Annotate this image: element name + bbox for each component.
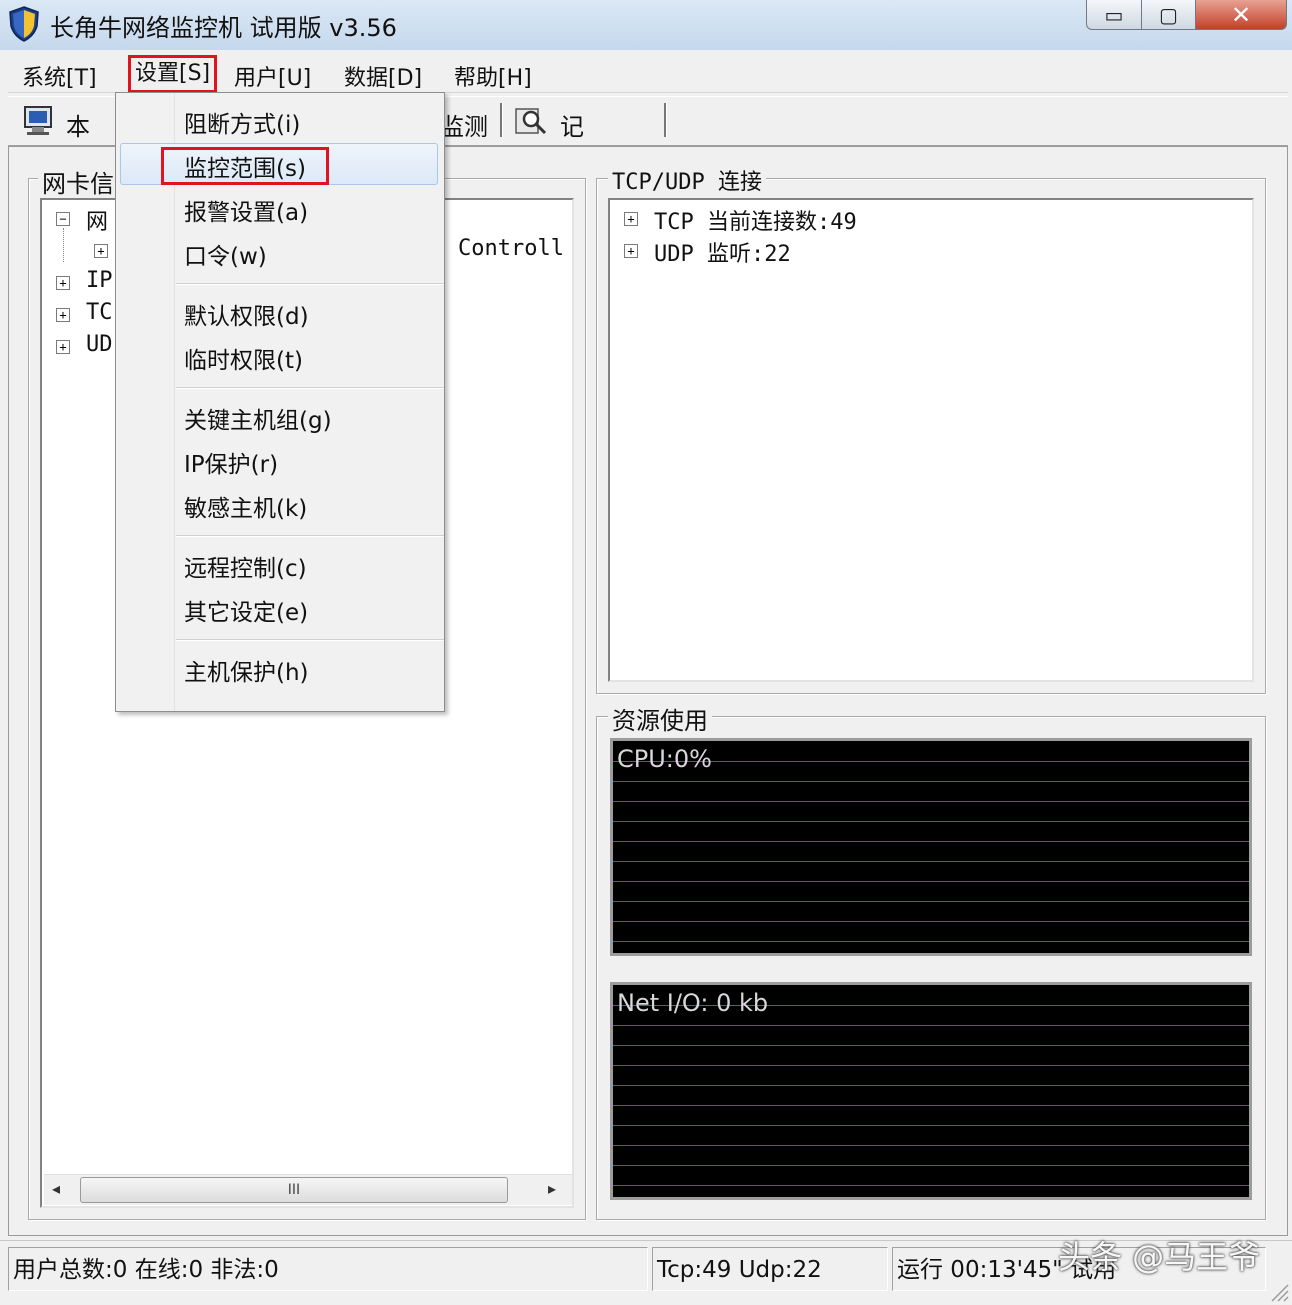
tcp-connections-node[interactable]: TCP 当前连接数:49 [654,204,857,236]
expand-icon[interactable]: + [56,308,70,322]
graph-gridline [613,1165,1249,1166]
resource-group-label: 资源使用 [608,701,712,736]
minimize-icon: ▭ [1104,2,1124,27]
window-title: 长角牛网络监控机 试用版 v3.56 [50,14,397,42]
graph-gridline [613,1185,1249,1186]
graph-gridline [613,781,1249,782]
expand-icon[interactable]: + [56,340,70,354]
net-io-graph: Net I/O: 0 kb [610,982,1252,1200]
menu-settings[interactable]: 设置[S] [128,55,218,93]
menu-data[interactable]: 数据[D] [344,60,422,92]
menu-item-sensitive-host[interactable]: 敏感主机(k) [184,489,307,523]
graph-gridline [613,941,1249,942]
expand-icon[interactable]: + [94,244,108,258]
shield-icon [9,6,39,42]
menu-user[interactable]: 用户[U] [234,60,311,92]
scroll-thumb[interactable]: III [80,1177,508,1203]
menu-gutter [116,93,175,711]
menu-separator [176,387,444,389]
graph-gridline [613,841,1249,842]
graph-gridline [613,881,1249,882]
tree-node-nic[interactable]: 网 [86,204,108,236]
close-button[interactable]: ✕ [1195,0,1287,30]
menu-separator [176,639,444,641]
status-connections: Tcp:49 Udp:22 [652,1247,888,1291]
settings-dropdown-menu: 阻断方式(i) 监控范围(s) 报警设置(a) 口令(w) 默认权限(d) 临时… [115,92,445,712]
menu-separator [176,283,444,285]
minimize-button[interactable]: ▭ [1086,0,1142,30]
expand-icon[interactable]: + [624,212,638,226]
menu-item-temp-permission[interactable]: 临时权限(t) [184,341,303,375]
menu-item-remote-control[interactable]: 远程控制(c) [184,549,307,583]
graph-gridline [613,1045,1249,1046]
close-icon: ✕ [1230,0,1252,29]
tree-node-controller[interactable]: Controll [458,236,564,261]
menu-separator [176,535,444,537]
scroll-left-icon[interactable]: ◂ [52,1179,60,1198]
tree-line [63,228,65,262]
graph-gridline [613,821,1249,822]
cpu-label: CPU:0% [617,745,712,773]
tree-node-udp[interactable]: UD [86,332,113,357]
graph-gridline [613,921,1249,922]
nic-info-group-label: 网卡信 [38,164,118,199]
menu-item-ip-protect[interactable]: IP保护(r) [184,445,278,479]
computer-icon [24,106,52,135]
title-bar[interactable]: 长角牛网络监控机 试用版 v3.56 ▭ ▢ ✕ [0,0,1292,50]
menu-item-default-permission[interactable]: 默认权限(d) [184,297,309,331]
menu-item-host-protect[interactable]: 主机保护(h) [184,653,309,687]
menu-item-alarm-settings[interactable]: 报警设置(a) [184,193,308,227]
menu-item-block-mode[interactable]: 阻断方式(i) [184,105,300,139]
menu-bar: 系统[T] 设置[S] 用户[U] 数据[D] 帮助[H] [8,54,1288,93]
tree-node-tcp[interactable]: TC [86,300,113,325]
graph-gridline [613,1105,1249,1106]
maximize-button[interactable]: ▢ [1141,0,1196,30]
graph-gridline [613,1125,1249,1126]
net-io-label: Net I/O: 0 kb [617,989,769,1017]
menu-help[interactable]: 帮助[H] [454,60,532,92]
graph-gridline [613,901,1249,902]
connection-tree[interactable]: + TCP 当前连接数:49 + UDP 监听:22 [608,198,1254,682]
graph-gridline [613,1145,1249,1146]
collapse-icon[interactable]: − [56,212,70,226]
tcp-udp-group-label: TCP/UDP 连接 [608,164,766,196]
expand-icon[interactable]: + [56,276,70,290]
resize-grip-icon[interactable] [1266,1279,1290,1303]
search-magnifier-icon [515,108,547,135]
status-users: 用户总数:0 在线:0 非法:0 [8,1247,648,1291]
highlight-box [161,147,329,185]
tree-node-ip[interactable]: IP [86,268,113,293]
maximize-icon: ▢ [1159,2,1178,27]
toolbar-monitor-label[interactable]: 监测 [440,107,488,142]
menu-item-password[interactable]: 口令(w) [184,237,267,271]
horizontal-scrollbar[interactable]: ◂ III ▸ [44,1174,572,1205]
watermark: 头条 @马王爷 [1058,1238,1261,1276]
udp-listen-node[interactable]: UDP 监听:22 [654,236,791,268]
toolbar-separator [664,103,667,137]
cpu-graph: CPU:0% [610,738,1252,956]
expand-icon[interactable]: + [624,244,638,258]
graph-gridline [613,1025,1249,1026]
menu-system[interactable]: 系统[T] [22,60,97,92]
toolbar-separator [500,103,503,137]
menu-item-key-host-group[interactable]: 关键主机组(g) [184,401,332,435]
graph-gridline [613,1085,1249,1086]
graph-gridline [613,861,1249,862]
menu-item-other-settings[interactable]: 其它设定(e) [184,593,308,627]
scroll-right-icon[interactable]: ▸ [548,1179,556,1198]
graph-gridline [613,1065,1249,1066]
graph-gridline [613,801,1249,802]
